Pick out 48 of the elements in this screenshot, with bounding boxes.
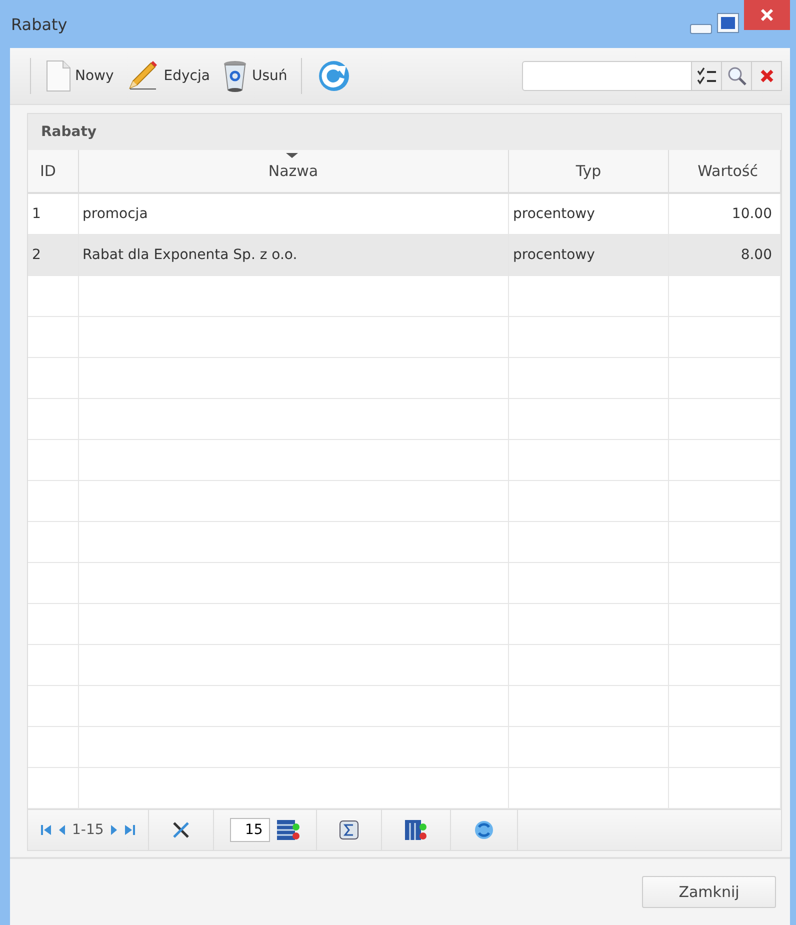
- sync-button[interactable]: [472, 819, 495, 841]
- sum-button[interactable]: [338, 820, 359, 840]
- first-page-icon: [40, 823, 52, 837]
- grid-title: Rabaty: [28, 114, 781, 150]
- search-button[interactable]: [722, 61, 752, 91]
- next-page-icon: [110, 823, 118, 837]
- page-size-field[interactable]: 15: [230, 818, 270, 842]
- next-page-button[interactable]: [110, 823, 118, 837]
- table-cell: 8.00: [668, 234, 780, 276]
- previous-page-icon: [58, 823, 66, 837]
- page-range: 1-15: [72, 822, 104, 838]
- maximize-button[interactable]: [718, 14, 738, 32]
- search-icon: [726, 66, 746, 86]
- search-field[interactable]: [522, 61, 692, 91]
- column-header[interactable]: Typ: [508, 150, 668, 193]
- column-header[interactable]: ID: [28, 150, 78, 193]
- minimize-button[interactable]: [690, 24, 712, 34]
- new-button[interactable]: Nowy: [41, 58, 118, 94]
- close-icon: [760, 8, 774, 22]
- first-page-button[interactable]: [40, 823, 52, 837]
- window-title: Rabaty: [10, 14, 68, 34]
- table-cell: procentowy: [508, 234, 668, 276]
- last-page-button[interactable]: [124, 823, 136, 837]
- clear-button[interactable]: [752, 61, 782, 91]
- tools-button[interactable]: [170, 820, 191, 840]
- sum-icon: [338, 820, 359, 840]
- column-header[interactable]: Wartość: [668, 150, 780, 193]
- tools-icon: [170, 820, 191, 840]
- clear-icon: [760, 69, 774, 83]
- trash-bin-icon: [222, 59, 248, 93]
- column-header[interactable]: Nazwa: [78, 150, 508, 193]
- rows-button[interactable]: [276, 819, 300, 841]
- delete-button[interactable]: Usuń: [218, 57, 292, 95]
- edit-button[interactable]: Edycja: [122, 58, 214, 94]
- last-page-icon: [124, 823, 136, 837]
- sync-icon: [472, 819, 495, 841]
- previous-page-button[interactable]: [58, 823, 66, 837]
- sort-arrow-icon: [286, 153, 298, 158]
- columns-icon: [404, 819, 428, 841]
- table-cell: 2: [28, 234, 78, 276]
- filter-options-button[interactable]: [692, 61, 722, 91]
- columns-button[interactable]: [404, 819, 428, 841]
- rows-icon: [276, 819, 300, 841]
- document-icon: [45, 60, 71, 92]
- close-button[interactable]: [744, 0, 790, 30]
- close-dialog-button[interactable]: Zamknij: [642, 876, 776, 908]
- checklist-icon: [696, 67, 716, 85]
- table-cell: Rabat dla Exponenta Sp. z o.o.: [78, 234, 508, 276]
